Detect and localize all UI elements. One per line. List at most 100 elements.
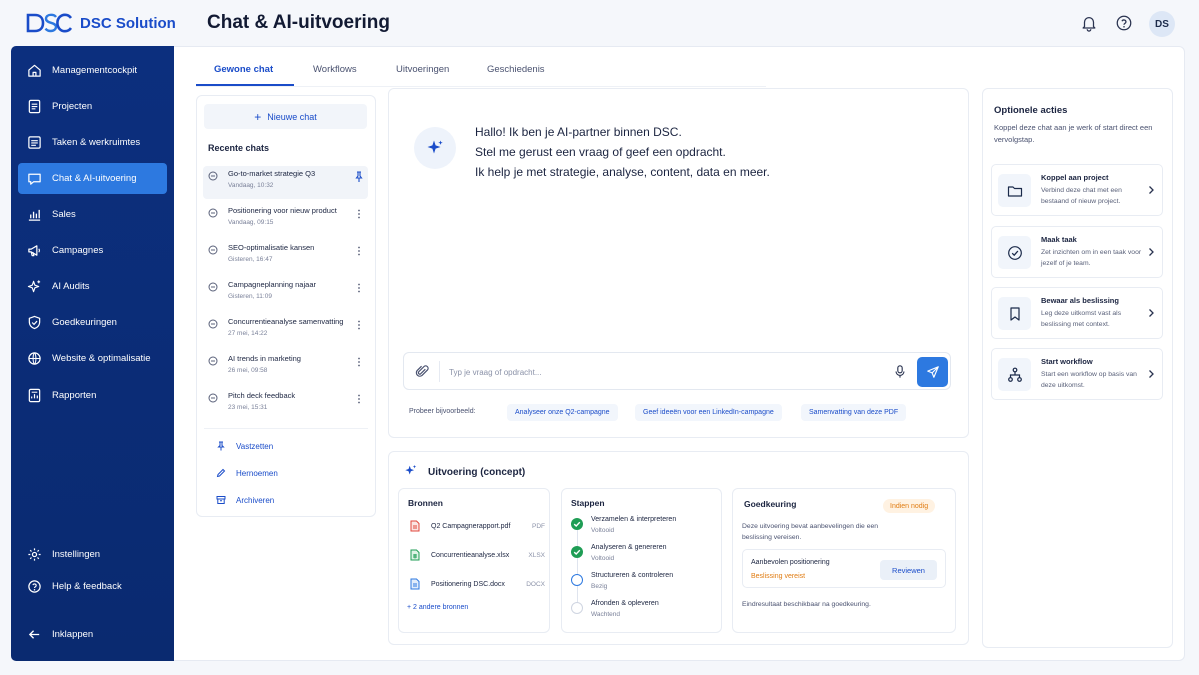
sidebar-item-instellingen[interactable]: Instellingen [18,542,167,566]
review-button[interactable]: Reviewen [880,560,937,580]
chat-title: Campagneplanning najaar [228,280,316,289]
chat-item[interactable]: AI trends in marketing 26 mei, 09:58 [203,351,368,384]
check-icon [571,546,583,558]
sidebar-item-ai-audits[interactable]: AI Audits [18,271,167,302]
source-file[interactable]: Concurrentieanalyse.xlsx XLSX [410,548,545,562]
sidebar-item-rapporten[interactable]: Rapporten [18,380,167,411]
link-project-action[interactable]: Koppel aan project Verbind deze chat met… [991,164,1163,216]
status-badge: Indien nodig [883,499,936,513]
chat-bubble-icon [208,393,218,403]
chat-item[interactable]: Pitch deck feedback 23 mei, 15:31 [203,388,368,421]
sidebar-item-label: Chat & AI-uitvoering [52,173,137,184]
megaphone-icon [28,245,40,257]
tab-active-indicator [196,84,294,86]
approval-description: Deze uitvoering bevat aanbevelingen die … [742,523,879,541]
input-divider [439,361,440,382]
arrow-left-icon [28,629,40,639]
pin-chat-action[interactable]: Vastzetten [216,441,273,451]
gear-icon [28,547,41,561]
more-vertical-icon[interactable] [355,319,363,331]
pin-icon [217,441,225,451]
chat-time: 23 mei, 15:31 [228,404,268,411]
step-status: Voltooid [591,555,615,562]
send-button[interactable] [917,357,948,387]
tab-workflows[interactable]: Workflows [313,64,357,75]
avatar[interactable]: DS [1149,11,1175,37]
sidebar-item-label: AI Audits [52,281,90,292]
sidebar-item-website[interactable]: Website & optimalisatie [18,343,167,374]
start-workflow-action[interactable]: Start workflow Start een workflow op bas… [991,348,1163,400]
suggestion-chip[interactable]: Samenvatting van deze PDF [801,404,907,421]
plus-icon: + [254,109,262,124]
archive-chat-action[interactable]: Archiveren [216,495,274,505]
chat-time: Vandaag, 10:32 [228,182,274,189]
suggestion-chip[interactable]: Geef ideeën voor een LinkedIn-campagne [635,404,782,421]
action-description: Zet inzichten om in een taak voor jezelf… [1041,249,1142,267]
sidebar-item-goedkeuringen[interactable]: Goedkeuringen [18,307,167,338]
create-task-action[interactable]: Maak taak Zet inzichten om in een taak v… [991,226,1163,278]
optional-actions-title: Optionele acties [994,105,1068,116]
logo[interactable]: DSC Solution [26,12,176,34]
save-decision-action[interactable]: Bewaar als beslissing Leg deze uitkomst … [991,287,1163,339]
source-file[interactable]: Q2 Campagnerapport.pdf PDF [410,519,545,533]
sidebar-item-label: Inklappen [52,628,94,640]
action-label: Archiveren [236,495,275,505]
paperclip-icon[interactable] [415,364,430,379]
file-name: Concurrentieanalyse.xlsx [431,551,510,559]
suggestion-chip[interactable]: Analyseer onze Q2-campagne [507,404,618,421]
recent-chats-title: Recente chats [208,143,270,153]
more-vertical-icon[interactable] [355,282,363,294]
send-icon [926,366,939,378]
sources-title: Bronnen [408,498,443,508]
new-chat-button[interactable]: + Nieuwe chat [204,104,367,129]
sidebar-item-sales[interactable]: Sales [18,199,167,230]
tab-gewone-chat[interactable]: Gewone chat [214,64,273,75]
more-vertical-icon[interactable] [355,245,363,257]
pin-icon[interactable] [355,171,363,183]
document-icon [28,99,41,114]
sidebar-item-taken[interactable]: Taken & werkruimtes [18,127,167,158]
chat-item[interactable]: SEO-optimalisatie kansen Gisteren, 16:47 [203,240,368,273]
chat-item[interactable]: Concurrentieanalyse samenvatting 27 mei,… [203,314,368,347]
sidebar-item-chat[interactable]: Chat & AI-uitvoering [18,163,167,194]
shield-check-icon [28,315,41,330]
file-ext: DOCX [526,580,545,588]
sidebar-collapse[interactable]: Inklappen [18,622,167,646]
microphone-icon[interactable] [893,364,907,379]
rename-chat-action[interactable]: Hernoemen [216,468,278,478]
chat-input[interactable] [449,364,879,380]
sidebar-item-help[interactable]: Help & feedback [18,574,167,598]
source-file[interactable]: Positionering DSC.docx DOCX [410,577,545,591]
chat-item[interactable]: Campagneplanning najaar Gisteren, 11:09 [203,277,368,310]
tab-uitvoeringen[interactable]: Uitvoeringen [396,64,449,75]
list-icon [28,136,41,149]
chat-item[interactable]: Go-to-market strategie Q3 Vandaag, 10:32 [203,166,368,199]
sidebar-item-label: Campagnes [52,245,104,256]
chevron-right-icon [1149,370,1154,378]
more-vertical-icon[interactable] [355,208,363,220]
tab-geschiedenis[interactable]: Geschiedenis [487,64,545,75]
chat-title: Pitch deck feedback [228,391,296,400]
sidebar-item-projecten[interactable]: Projecten [18,91,167,122]
help-icon[interactable] [1115,14,1135,34]
chevron-right-icon [1149,309,1154,317]
more-vertical-icon[interactable] [355,356,363,368]
logo-text: DSC Solution [80,14,176,32]
approval-item-title: Aanbevolen positionering [751,559,830,566]
bell-icon[interactable] [1080,14,1100,34]
optional-actions-subtitle: Koppel deze chat aan je werk of start di… [994,123,1153,144]
pdf-file-icon [410,520,420,532]
sidebar-item-managementcockpit[interactable]: Managementcockpit [18,55,167,86]
word-file-icon [410,578,420,590]
chat-input-box [403,352,951,390]
approval-item-status: Beslissing vereist [751,573,806,580]
chat-time: 27 mei, 14:22 [228,330,268,337]
more-sources-link[interactable]: + 2 andere bronnen [407,604,468,611]
file-ext: XLSX [528,551,545,559]
step-status: Voltooid [591,527,615,534]
action-label: Vastzetten [236,441,274,451]
sidebar-item-campagnes[interactable]: Campagnes [18,235,167,266]
sparkle-icon [427,140,443,154]
more-vertical-icon[interactable] [355,393,363,405]
chat-item[interactable]: Positionering voor nieuw product Vandaag… [203,203,368,236]
